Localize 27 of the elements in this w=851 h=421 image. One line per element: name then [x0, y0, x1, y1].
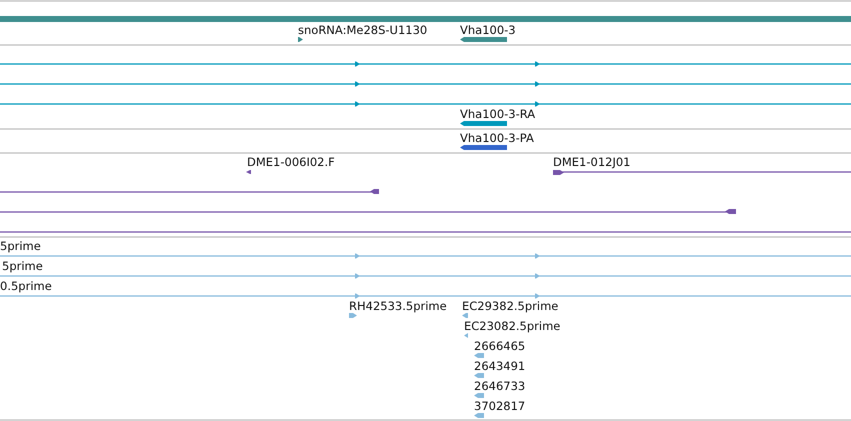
feature-glyph[interactable]: [0, 82, 851, 86]
feature-glyph[interactable]: [460, 121, 507, 126]
feature-label: EC23082.5prime: [464, 319, 560, 333]
feature-glyph[interactable]: [0, 189, 379, 194]
feature-glyph[interactable]: [553, 170, 851, 175]
feature-glyph[interactable]: [0, 62, 851, 66]
feature-glyph[interactable]: [246, 170, 251, 174]
feature-label: 5prime: [2, 259, 43, 273]
feature-label: Vha100-3-RA: [460, 107, 536, 121]
feature-label: 5prime: [0, 239, 41, 253]
feature-glyph[interactable]: [0, 209, 736, 214]
feature-label: DME1-012J01: [553, 155, 630, 169]
feature-label: EC29382.5prime: [462, 299, 558, 313]
feature-label: Vha100-3-PA: [460, 131, 534, 145]
feature-glyph[interactable]: [0, 102, 851, 106]
feature-label: Vha100-3: [460, 23, 516, 37]
feature-glyph[interactable]: [460, 145, 507, 150]
feature-label: 2646733: [474, 379, 526, 393]
feature-label: RH42533.5prime: [349, 299, 447, 313]
feature-label: 0.5prime: [0, 279, 52, 293]
feature-label: 2643491: [474, 359, 526, 373]
feature-label: snoRNA:Me28S-U1130: [298, 23, 428, 37]
feature-label: 2666465: [474, 339, 526, 353]
feature-glyph[interactable]: [298, 37, 303, 42]
feature-label: 3702817: [474, 399, 526, 413]
feature-glyph[interactable]: [460, 37, 507, 42]
feature-label: DME1-006I02.F: [247, 155, 335, 169]
